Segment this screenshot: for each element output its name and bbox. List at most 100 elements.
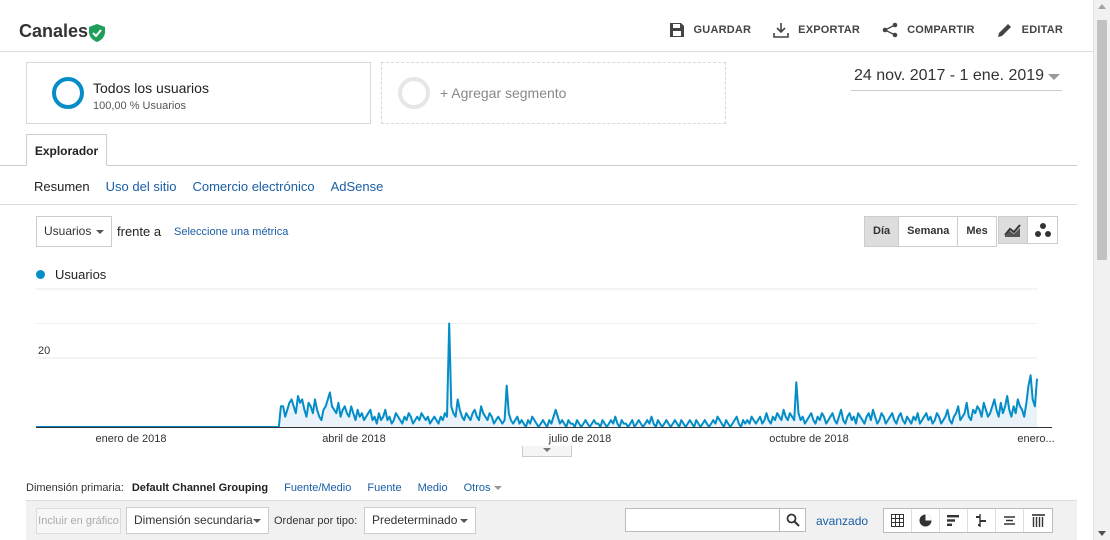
versus-label: frente a: [117, 224, 162, 239]
report-header: Canales GUARDAR EXPORTAR COMPARTIR EDITA…: [0, 0, 1093, 52]
search-icon: [786, 513, 800, 527]
tab-bar: Explorador: [0, 134, 1077, 166]
advanced-filter-link[interactable]: avanzado: [816, 514, 868, 528]
segment-all-users[interactable]: Todos los usuarios 100,00 % Usuarios: [26, 62, 371, 124]
date-range-text: 24 nov. 2017 - 1 ene. 2019: [854, 67, 1045, 84]
comparison-view-button[interactable]: [968, 509, 996, 532]
metric-select[interactable]: Usuarios: [36, 216, 112, 247]
shield-check-icon: [89, 24, 105, 42]
export-label: EXPORTAR: [798, 24, 861, 36]
dimension-current: Default Channel Grouping: [131, 482, 269, 494]
sort-type-select[interactable]: Predeterminado: [364, 507, 476, 534]
caret-down-icon: [460, 519, 468, 523]
pivot-view-button[interactable]: [1024, 509, 1052, 532]
export-button[interactable]: EXPORTAR: [773, 22, 860, 38]
table-view-toggle: [883, 508, 1053, 533]
chart-type-toggle: [998, 216, 1058, 244]
caret-down-icon: [253, 519, 261, 523]
table-grid-icon: [891, 514, 904, 527]
x-tick-label: julio de 2018: [548, 433, 611, 445]
add-segment-label: + Agregar segmento: [440, 85, 567, 101]
bar-chart-icon: [947, 515, 959, 526]
sort-label: Ordenar por tipo:: [274, 515, 358, 527]
series-line-usuarios: [36, 322, 1038, 428]
period-day-button[interactable]: Día: [865, 217, 900, 246]
series-area: [36, 323, 1037, 427]
x-tick-label: abril de 2018: [322, 433, 386, 445]
y-tick-label: 20: [38, 345, 50, 357]
sort-type-value: Predeterminado: [372, 513, 458, 527]
segment-subtitle: 100,00 % Usuarios: [93, 100, 186, 112]
motion-chart-icon: [1034, 223, 1051, 237]
term-cloud-view-button[interactable]: [996, 509, 1024, 532]
performance-view-button[interactable]: [940, 509, 968, 532]
period-week-button[interactable]: Semana: [899, 217, 959, 246]
primary-dimension-bar: Dimensión primaria: Default Channel Grou…: [26, 482, 503, 494]
save-label: GUARDAR: [693, 24, 752, 36]
caret-down-icon: [494, 486, 503, 491]
add-segment-button[interactable]: + Agregar segmento: [381, 62, 726, 124]
pencil-icon: [997, 24, 1011, 37]
select-metric-link[interactable]: Seleccione una métrica: [174, 226, 288, 238]
dimension-others[interactable]: Otros: [464, 482, 503, 494]
page-title: Canales: [19, 21, 89, 41]
segment-ring-icon: [52, 77, 84, 109]
dimension-source[interactable]: Fuente: [367, 482, 401, 494]
edit-button[interactable]: EDITAR: [997, 22, 1063, 38]
tab-explorador[interactable]: Explorador: [26, 134, 107, 166]
share-button[interactable]: COMPARTIR: [882, 22, 975, 38]
report-toolbar: GUARDAR EXPORTAR COMPARTIR EDITAR: [669, 22, 1063, 38]
empty-ring-icon: [398, 77, 430, 109]
subnav-resumen[interactable]: Resumen: [34, 179, 90, 194]
primary-dimension-label: Dimensión primaria:: [26, 482, 124, 494]
download-icon: [773, 23, 789, 38]
dimension-source-medium[interactable]: Fuente/Medio: [284, 482, 351, 494]
pie-view-button[interactable]: [912, 509, 940, 532]
floppy-disk-icon: [669, 23, 684, 37]
y-tick-label: 40: [38, 285, 50, 288]
caret-down-icon: [543, 448, 551, 452]
segment-title: Todos los usuarios: [93, 80, 209, 96]
subnav: Resumen Uso del sitio Comercio electróni…: [34, 179, 383, 194]
table-search-input[interactable]: [625, 508, 780, 532]
scroll-down-icon[interactable]: [1098, 531, 1106, 536]
scroll-thumb[interactable]: [1097, 20, 1107, 260]
subnav-comercio[interactable]: Comercio electrónico: [192, 179, 314, 194]
legend-label: Usuarios: [55, 267, 107, 282]
share-icon: [882, 22, 898, 38]
x-tick-label: enero...: [1017, 433, 1054, 445]
scroll-up-icon[interactable]: [1098, 4, 1106, 9]
line-chart-button[interactable]: [999, 217, 1028, 243]
x-tick-label: enero de 2018: [96, 433, 167, 445]
line-chart-icon: [1004, 224, 1021, 237]
motion-chart-button[interactable]: [1028, 217, 1057, 243]
dimension-others-label: Otros: [463, 482, 491, 494]
subnav-adsense[interactable]: AdSense: [331, 179, 384, 194]
subnav-uso-del-sitio[interactable]: Uso del sitio: [106, 179, 177, 194]
metric-select-value: Usuarios: [44, 224, 92, 238]
search-button[interactable]: [779, 508, 806, 532]
page-scrollbar[interactable]: [1093, 0, 1110, 540]
chart-legend: Usuarios: [36, 267, 106, 282]
period-toggle: Día Semana Mes: [864, 216, 997, 247]
save-button[interactable]: GUARDAR: [669, 22, 752, 38]
secondary-dimension-value: Dimensión secundaria: [134, 513, 253, 527]
period-month-button[interactable]: Mes: [958, 217, 996, 246]
term-cloud-icon: [1004, 516, 1015, 525]
pivot-icon: [1031, 514, 1045, 527]
users-line-chart: 40 20 enero de 2018 abril de 2018 julio de 2…: [36, 285, 1055, 445]
plot-rows-button[interactable]: Incluir en gráfico: [36, 508, 121, 534]
pie-chart-icon: [919, 514, 932, 527]
chart-collapse-toggle[interactable]: [522, 446, 572, 457]
date-range-picker[interactable]: 24 nov. 2017 - 1 ene. 2019: [851, 67, 1062, 91]
comparison-icon: [976, 514, 986, 527]
secondary-dimension-select[interactable]: Dimensión secundaria: [126, 507, 269, 534]
dimension-medium[interactable]: Medio: [418, 482, 448, 494]
x-tick-label: octubre de 2018: [769, 433, 849, 445]
table-view-button[interactable]: [884, 509, 912, 532]
share-label: COMPARTIR: [907, 24, 975, 36]
caret-down-icon: [96, 230, 104, 234]
table-toolbar: Incluir en gráfico Dimensión secundaria …: [26, 500, 1077, 540]
caret-down-icon: [1048, 74, 1060, 80]
legend-dot: [36, 270, 45, 279]
